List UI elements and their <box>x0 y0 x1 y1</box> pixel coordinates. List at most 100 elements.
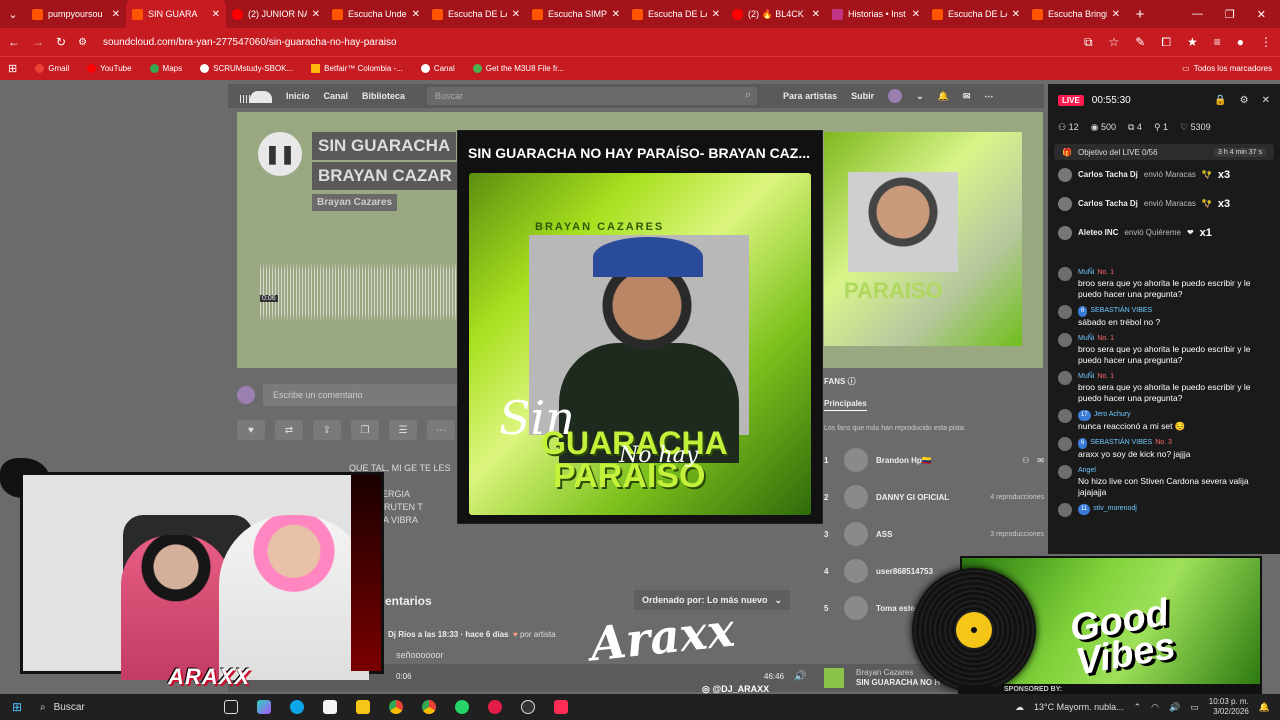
bookmark-gmail[interactable]: Gmail <box>35 64 69 73</box>
bookmark-betfair[interactable]: Betfair™ Colombia -... <box>311 64 403 73</box>
close-icon[interactable]: ✕ <box>512 9 520 20</box>
bookmark-m3u8[interactable]: Get the M3U8 File fr... <box>472 64 564 73</box>
user-avatar[interactable] <box>888 89 903 103</box>
tab-8[interactable]: (2) 🔥 BL4CK ✕ <box>726 0 826 28</box>
apps-grid-icon[interactable]: ⊞ <box>8 62 17 75</box>
tab-5[interactable]: Escucha DE LA ✕ <box>426 0 526 28</box>
minimize-icon[interactable]: — <box>1192 8 1203 21</box>
for-artists-link[interactable]: Para artistas <box>783 91 837 101</box>
lock-icon[interactable]: 🔒 <box>1214 95 1226 106</box>
copilot-icon[interactable] <box>247 697 280 717</box>
obs-icon[interactable] <box>511 697 544 717</box>
edge-icon[interactable] <box>280 697 313 717</box>
tab-11[interactable]: Escucha Bringi ✕ <box>1026 0 1126 28</box>
reload-icon[interactable]: ↻ <box>56 35 66 49</box>
follow-user-icon[interactable]: ⚇ <box>1022 456 1029 465</box>
close-icon[interactable]: ✕ <box>1112 9 1120 20</box>
site-info-icon[interactable]: ⚙ <box>78 37 87 48</box>
back-icon[interactable]: ← <box>8 35 20 49</box>
extensions-icon[interactable]: ⧠ <box>1161 35 1171 50</box>
notifications-icon[interactable]: 🔔 <box>1259 702 1270 713</box>
close-icon[interactable]: ✕ <box>1012 9 1020 20</box>
close-icon[interactable]: ✕ <box>112 9 120 20</box>
profile-avatar[interactable]: ● <box>1237 35 1244 50</box>
close-icon[interactable]: ✕ <box>312 9 320 20</box>
media-icon[interactable]: ≡ <box>1214 35 1221 50</box>
like-button[interactable]: ♥ <box>237 420 265 440</box>
wifi-icon[interactable]: ◠ <box>1151 702 1159 713</box>
share-button[interactable]: ⇪ <box>313 420 341 440</box>
nav-inicio[interactable]: Inicio <box>286 91 310 101</box>
volume-icon[interactable]: 🔊 <box>794 671 806 682</box>
search-icon[interactable]: ⌕ <box>745 89 751 102</box>
tab-9[interactable]: Historias • Inst ✕ <box>826 0 926 28</box>
windows-start-icon[interactable]: ⊞ <box>0 700 34 714</box>
tiktok-studio-icon[interactable] <box>544 697 577 717</box>
bookmark-youtube[interactable]: YouTube <box>87 64 132 73</box>
artist-link[interactable]: Brayan Cazares <box>312 194 398 211</box>
add-to-playlist-button[interactable]: ☰ <box>389 420 417 440</box>
chevron-down-icon[interactable]: ⌄ <box>916 91 924 102</box>
close-icon[interactable]: ✕ <box>812 9 820 20</box>
repost-button[interactable]: ⇄ <box>275 420 303 440</box>
pause-button[interactable]: ❚❚ <box>258 132 302 176</box>
task-view-icon[interactable] <box>214 697 247 717</box>
comment-input[interactable]: Escribe un comentario <box>263 384 457 406</box>
store-icon[interactable] <box>313 697 346 717</box>
close-icon[interactable]: ✕ <box>612 9 620 20</box>
bookmark-canal[interactable]: Canal <box>420 64 455 73</box>
install-icon[interactable]: ⧉ <box>1084 35 1093 50</box>
waveform[interactable] <box>260 262 456 322</box>
volume-icon[interactable]: 🔊 <box>1169 702 1180 713</box>
weather-text[interactable]: 13°C Mayorm. nubla... <box>1034 702 1124 712</box>
soundcloud-logo-icon[interactable] <box>238 89 272 103</box>
bookmark-maps[interactable]: Maps <box>149 64 182 73</box>
close-icon[interactable]: ✕ <box>712 9 720 20</box>
tab-3[interactable]: (2) JUNIOR NA ✕ <box>226 0 326 28</box>
menu-icon[interactable]: ⋮ <box>1260 35 1272 50</box>
player-title[interactable]: SIN GUARACHA NO H <box>856 678 940 687</box>
extension-pin-icon[interactable]: ✎ <box>1135 35 1145 50</box>
search-input[interactable]: Buscar ⌕ <box>427 87 758 105</box>
red-app-icon[interactable] <box>478 697 511 717</box>
close-icon[interactable]: ✕ <box>412 9 420 20</box>
mail-icon[interactable]: ✉ <box>1037 456 1044 465</box>
fan-row[interactable]: 3 ASS 3 reproducciones <box>824 522 1044 546</box>
live-goal[interactable]: 🎁 Objetivo del LIVE 0/56 3 h 4 min 37 s <box>1054 144 1274 160</box>
battery-icon[interactable]: ▭ <box>1190 702 1199 713</box>
favorites-icon[interactable]: ★ <box>1187 35 1198 50</box>
clock[interactable]: 10:03 p. m. 3/02/2026 <box>1209 697 1249 717</box>
url-field[interactable]: soundcloud.com/bra-yan-277547060/sin-gua… <box>103 37 397 48</box>
tab-2[interactable]: SIN GUARA ✕ <box>126 0 226 28</box>
upload-link[interactable]: Subir <box>851 91 874 101</box>
taskbar-search[interactable]: ⌕ Buscar <box>34 702 214 713</box>
info-icon[interactable]: ⓘ <box>848 377 856 386</box>
close-icon[interactable]: ✕ <box>912 9 920 20</box>
close-icon[interactable]: ✕ <box>212 9 220 20</box>
tab-search-icon[interactable]: ⌄ <box>0 0 26 28</box>
bookmark-scrumstudy[interactable]: SCRUMstudy-SBOK... <box>200 64 293 73</box>
close-window-icon[interactable]: ✕ <box>1257 8 1266 21</box>
tab-10[interactable]: Escucha DE LA ✕ <box>926 0 1026 28</box>
settings-icon[interactable]: ⚙ <box>1240 95 1249 106</box>
fan-row[interactable]: 2 DANNY GI OFICIAL 4 reproducciones <box>824 485 1044 509</box>
mail-icon[interactable]: ✉ <box>963 91 971 102</box>
tab-principales[interactable]: Principales <box>824 399 867 411</box>
player-artist[interactable]: Brayan Cazares <box>856 668 913 677</box>
copy-link-button[interactable]: ❐ <box>351 420 379 440</box>
chrome-profile-icon[interactable] <box>412 697 445 717</box>
nav-canal[interactable]: Canal <box>324 91 349 101</box>
fan-row[interactable]: 1 Brandon Hp🇨🇴 ⚇ ✉ <box>824 448 1044 472</box>
nav-biblioteca[interactable]: Biblioteca <box>362 91 405 101</box>
file-explorer-icon[interactable] <box>346 697 379 717</box>
tab-1[interactable]: pumpyoursou ✕ <box>26 0 126 28</box>
restore-icon[interactable]: ❐ <box>1225 8 1235 21</box>
new-tab-button[interactable]: + <box>1126 6 1154 23</box>
player-artwork[interactable] <box>824 668 844 688</box>
bookmark-star-icon[interactable]: ☆ <box>1109 35 1120 50</box>
bell-icon[interactable]: 🔔 <box>938 91 949 102</box>
whatsapp-icon[interactable] <box>445 697 478 717</box>
tab-6[interactable]: Escucha SIMPL ✕ <box>526 0 626 28</box>
chrome-icon[interactable] <box>379 697 412 717</box>
more-button[interactable]: ⋯ <box>427 420 455 440</box>
